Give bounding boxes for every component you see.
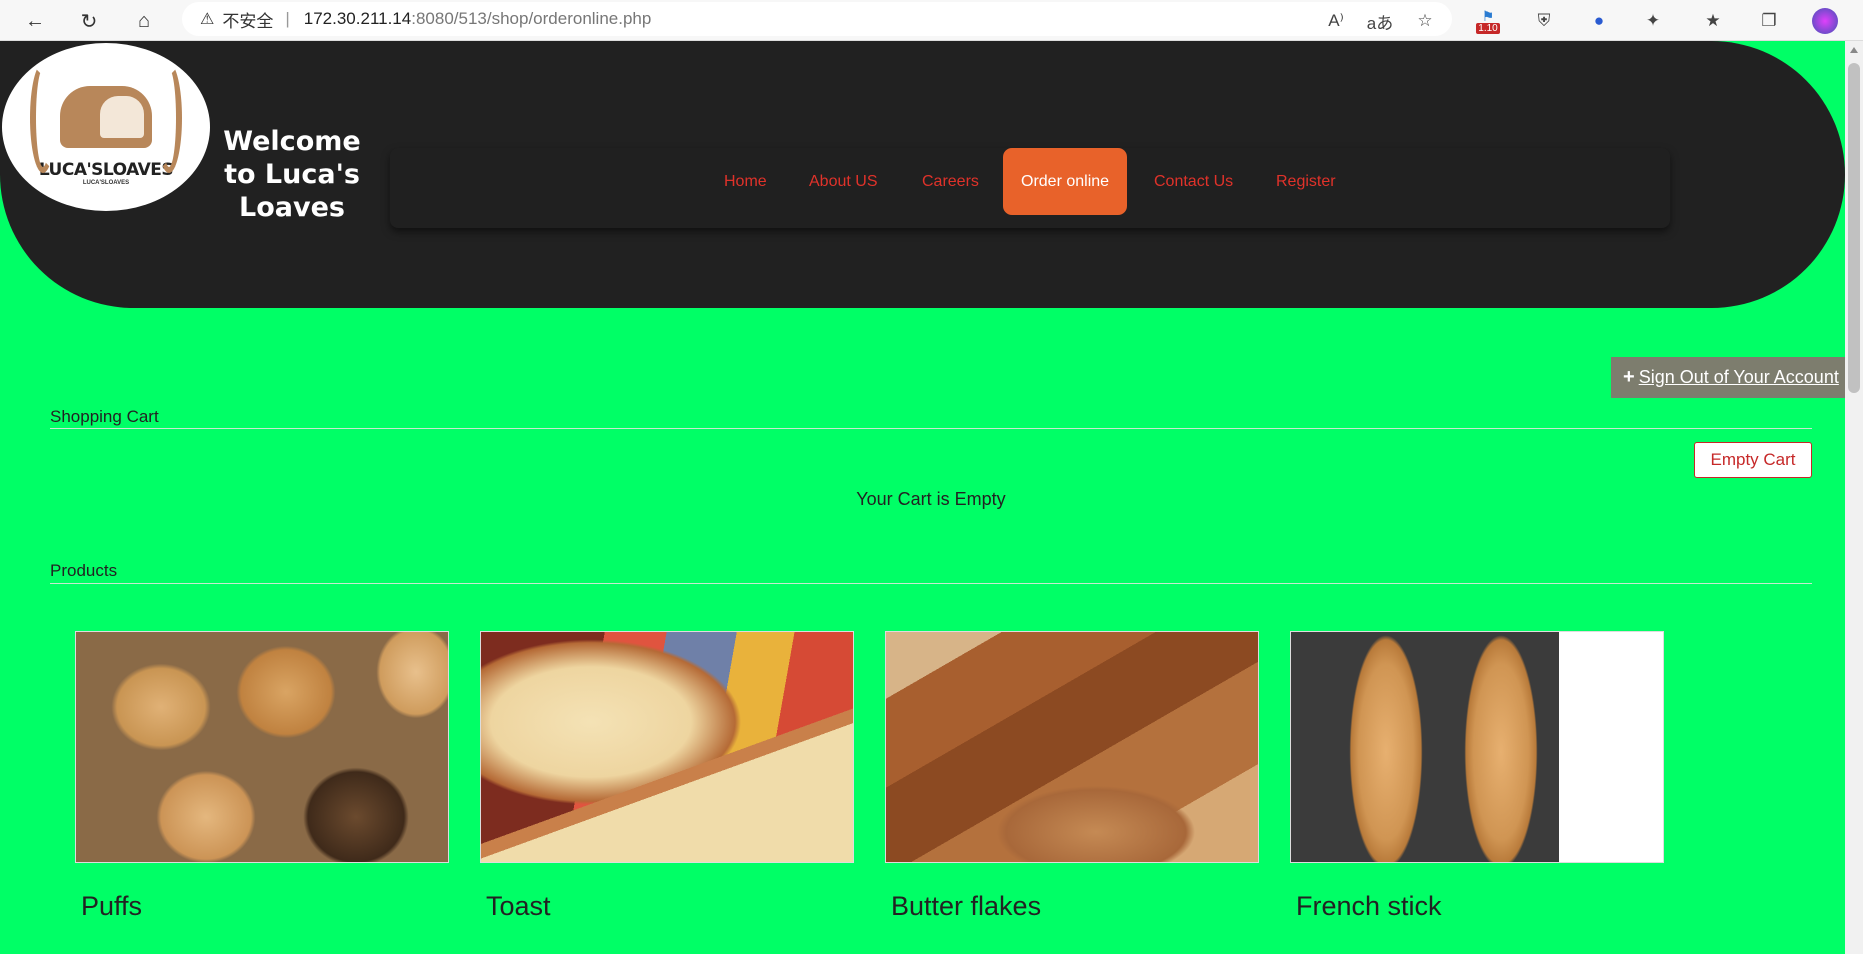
- back-arrow-icon[interactable]: ←: [20, 6, 50, 36]
- reload-icon[interactable]: ↻: [74, 6, 104, 36]
- nav-about-us[interactable]: About US: [809, 148, 877, 215]
- site-header: LUCA'SLOAVES LUCA'SLOAVES Welcome to Luc…: [0, 41, 1845, 308]
- product-name: French stick: [1296, 891, 1442, 921]
- nav-careers[interactable]: Careers: [922, 148, 979, 215]
- product-image[interactable]: [885, 631, 1259, 863]
- shield-extension-icon[interactable]: ⛨: [1529, 6, 1559, 36]
- browser-toolbar: ← ↻ ⌂ ⚠ 不安全 | 172.30.211.14 :8080/513/sh…: [0, 0, 1863, 41]
- url-path: :8080/513/shop/orderonline.php: [411, 9, 652, 28]
- address-separator: |: [285, 9, 290, 28]
- shopping-cart-title: Shopping Cart: [50, 407, 159, 426]
- product-image[interactable]: [75, 631, 449, 863]
- product-name: Puffs: [81, 891, 143, 921]
- bread-icon: [60, 86, 152, 148]
- collections-icon[interactable]: ❐: [1754, 6, 1784, 36]
- wheat-left-icon: [30, 63, 56, 173]
- read-aloud-icon[interactable]: A⁾: [1321, 6, 1351, 36]
- products-title: Products: [50, 561, 118, 580]
- translate-icon[interactable]: aあ: [1365, 6, 1395, 36]
- sign-out-button[interactable]: + Sign Out of Your Account: [1611, 357, 1845, 398]
- main-nav: Home About US Careers Order online Conta…: [390, 148, 1670, 228]
- cart-divider: [50, 428, 1812, 429]
- nav-order-online[interactable]: Order online: [1003, 148, 1128, 215]
- product-card[interactable]: Puffs: [75, 631, 449, 922]
- product-card[interactable]: Toast: [480, 631, 854, 922]
- profile-avatar-icon[interactable]: [1810, 6, 1840, 36]
- extension-badge: 1.10: [1476, 22, 1500, 34]
- nav-home[interactable]: Home: [724, 148, 767, 215]
- cart-empty-message: Your Cart is Empty: [856, 489, 1006, 509]
- product-card[interactable]: French stick: [1290, 631, 1664, 922]
- extension-badge-icon[interactable]: ●: [1584, 6, 1614, 36]
- welcome-heading: Welcome to Luca's Loaves: [223, 126, 361, 223]
- product-name: Toast: [486, 891, 551, 921]
- warning-icon: ⚠: [200, 11, 215, 28]
- plus-icon: +: [1623, 366, 1635, 388]
- empty-cart-button[interactable]: Empty Cart: [1694, 442, 1812, 478]
- product-image[interactable]: [1290, 631, 1664, 863]
- sign-out-label: Sign Out of Your Account: [1638, 367, 1839, 387]
- extensions-puzzle-icon[interactable]: ✦: [1638, 6, 1668, 36]
- product-image[interactable]: [480, 631, 854, 863]
- products-divider: [50, 583, 1812, 584]
- scroll-up-icon[interactable]: [1850, 47, 1858, 53]
- wheat-right-icon: [156, 63, 182, 173]
- logo-subtext: LUCA'SLOAVES: [82, 180, 130, 186]
- security-warning: 不安全: [222, 11, 274, 31]
- product-name: Butter flakes: [891, 891, 1042, 921]
- home-icon[interactable]: ⌂: [129, 6, 159, 36]
- site-logo[interactable]: LUCA'SLOAVES LUCA'SLOAVES: [2, 43, 210, 211]
- vertical-scrollbar[interactable]: [1845, 41, 1863, 954]
- url-host: 172.30.211.14: [303, 9, 412, 28]
- product-card[interactable]: Butter flakes: [885, 631, 1259, 922]
- address-bar[interactable]: ⚠ 不安全 | 172.30.211.14 :8080/513/shop/ord…: [182, 2, 1452, 36]
- page-content: LUCA'SLOAVES LUCA'SLOAVES Welcome to Luc…: [0, 41, 1845, 954]
- nav-contact-us[interactable]: Contact Us: [1154, 148, 1233, 215]
- favorite-add-icon[interactable]: ☆: [1410, 6, 1440, 36]
- scrollbar-thumb[interactable]: [1848, 63, 1860, 393]
- favorites-icon[interactable]: ★: [1698, 6, 1728, 36]
- logo-text: LUCA'SLOAVES: [38, 160, 174, 180]
- nav-register[interactable]: Register: [1276, 148, 1336, 215]
- extension-flag-icon[interactable]: ⚑ 1.10: [1473, 6, 1503, 36]
